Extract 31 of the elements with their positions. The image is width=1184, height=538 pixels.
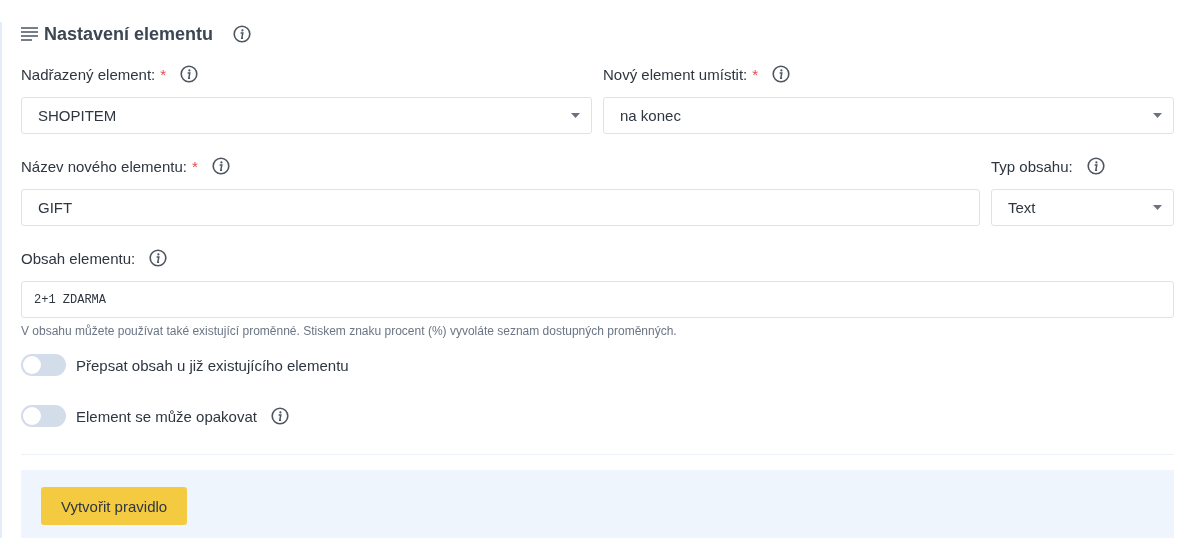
field-label: Nadřazený element: [21, 65, 156, 83]
required-mark: * [191, 157, 198, 175]
info-icon[interactable] [149, 249, 168, 267]
info-icon[interactable] [180, 65, 199, 83]
field-label: Obsah elementu: [21, 249, 136, 267]
menu-icon [21, 27, 38, 41]
info-icon[interactable] [772, 65, 791, 83]
dropdown-caret-icon [571, 113, 580, 118]
field-label: Nový element umístit: [603, 65, 748, 83]
toggle-label: Přepsat obsah u již existujícího elementu [76, 356, 349, 374]
section-title: Nastavení elementu [44, 23, 214, 45]
info-icon[interactable] [211, 157, 230, 175]
info-icon[interactable] [270, 407, 289, 425]
select-field[interactable]: SHOPITEM [21, 97, 592, 134]
toggle-label: Element se může opakovat [76, 407, 257, 425]
select-field[interactable]: na konec [603, 97, 1174, 134]
required-mark: * [160, 65, 167, 83]
info-icon[interactable] [1086, 157, 1105, 175]
input-field[interactable]: 2+1 ZDARMA [21, 281, 1174, 318]
required-mark: * [752, 65, 759, 83]
info-icon[interactable] [233, 25, 252, 43]
dropdown-caret-icon [1153, 205, 1162, 210]
select-field[interactable]: Text [991, 189, 1174, 226]
help-text: V obsahu můžete používat také existující proměnné. Stiskem znaku procent (%) vyvoláte seznam dostupných proměnných. [21, 324, 678, 338]
input-field[interactable]: GIFT [21, 189, 980, 226]
toggle-switch[interactable] [21, 405, 66, 427]
create-rule-button[interactable]: Vytvořit pravidlo [41, 487, 188, 525]
dropdown-caret-icon [1153, 113, 1162, 118]
field-label: Název nového elementu: [21, 157, 187, 175]
field-label: Typ obsahu: [991, 157, 1073, 175]
toggle-switch[interactable] [21, 354, 66, 376]
